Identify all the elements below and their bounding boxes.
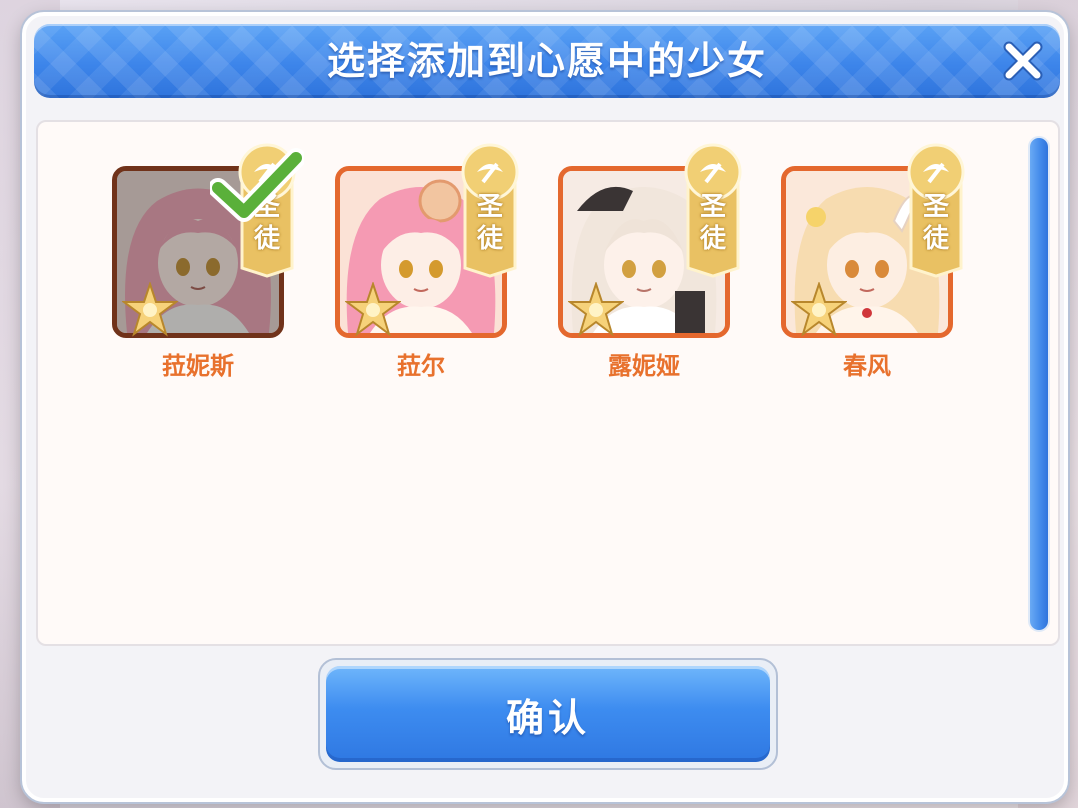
character-card-4[interactable]: 圣 徒 春风 [781,142,965,382]
character-card-2[interactable]: 圣 徒 菈尔 [335,142,519,382]
rarity-badge: 圣 徒 [682,142,744,278]
character-name: 露妮娅 [608,352,680,380]
dialog-title: 选择添加到心愿中的少女 [326,39,767,83]
confirm-button-face: 确认 [326,666,770,762]
character-name: 菈妮斯 [162,352,234,380]
badge-line-2: 徒 [922,224,949,254]
list-scrollbar[interactable] [1028,136,1050,632]
character-name: 春风 [843,352,891,380]
character-list-panel: 圣 徒 菈妮斯 圣 徒 菈尔 圣 徒 露妮娅 圣 徒 春风 [36,120,1060,646]
character-name: 菈尔 [397,352,445,380]
star-rank-icon [122,282,178,337]
wish-select-dialog: 选择添加到心愿中的少女 圣 徒 菈妮斯 圣 徒 菈尔 圣 徒 露妮娅 圣 徒 春… [22,12,1068,802]
badge-line-2: 徒 [476,224,503,254]
star-rank-icon [345,282,401,337]
star-rank-icon [568,282,624,337]
star-rank-icon [791,282,847,337]
badge-line-2: 徒 [253,224,280,254]
character-card-3[interactable]: 圣 徒 露妮娅 [558,142,742,382]
rarity-badge: 圣 徒 [905,142,967,278]
checkmark-icon [210,148,304,222]
rarity-badge: 圣 徒 [459,142,521,278]
dialog-title-bar: 选择添加到心愿中的少女 [34,24,1060,98]
character-card-1[interactable]: 圣 徒 菈妮斯 [112,142,304,382]
close-x-icon [1003,41,1043,81]
confirm-button-label: 确认 [505,695,590,740]
confirm-button[interactable]: 确认 [318,658,778,770]
close-button[interactable] [1000,38,1046,84]
badge-line-2: 徒 [699,224,726,254]
